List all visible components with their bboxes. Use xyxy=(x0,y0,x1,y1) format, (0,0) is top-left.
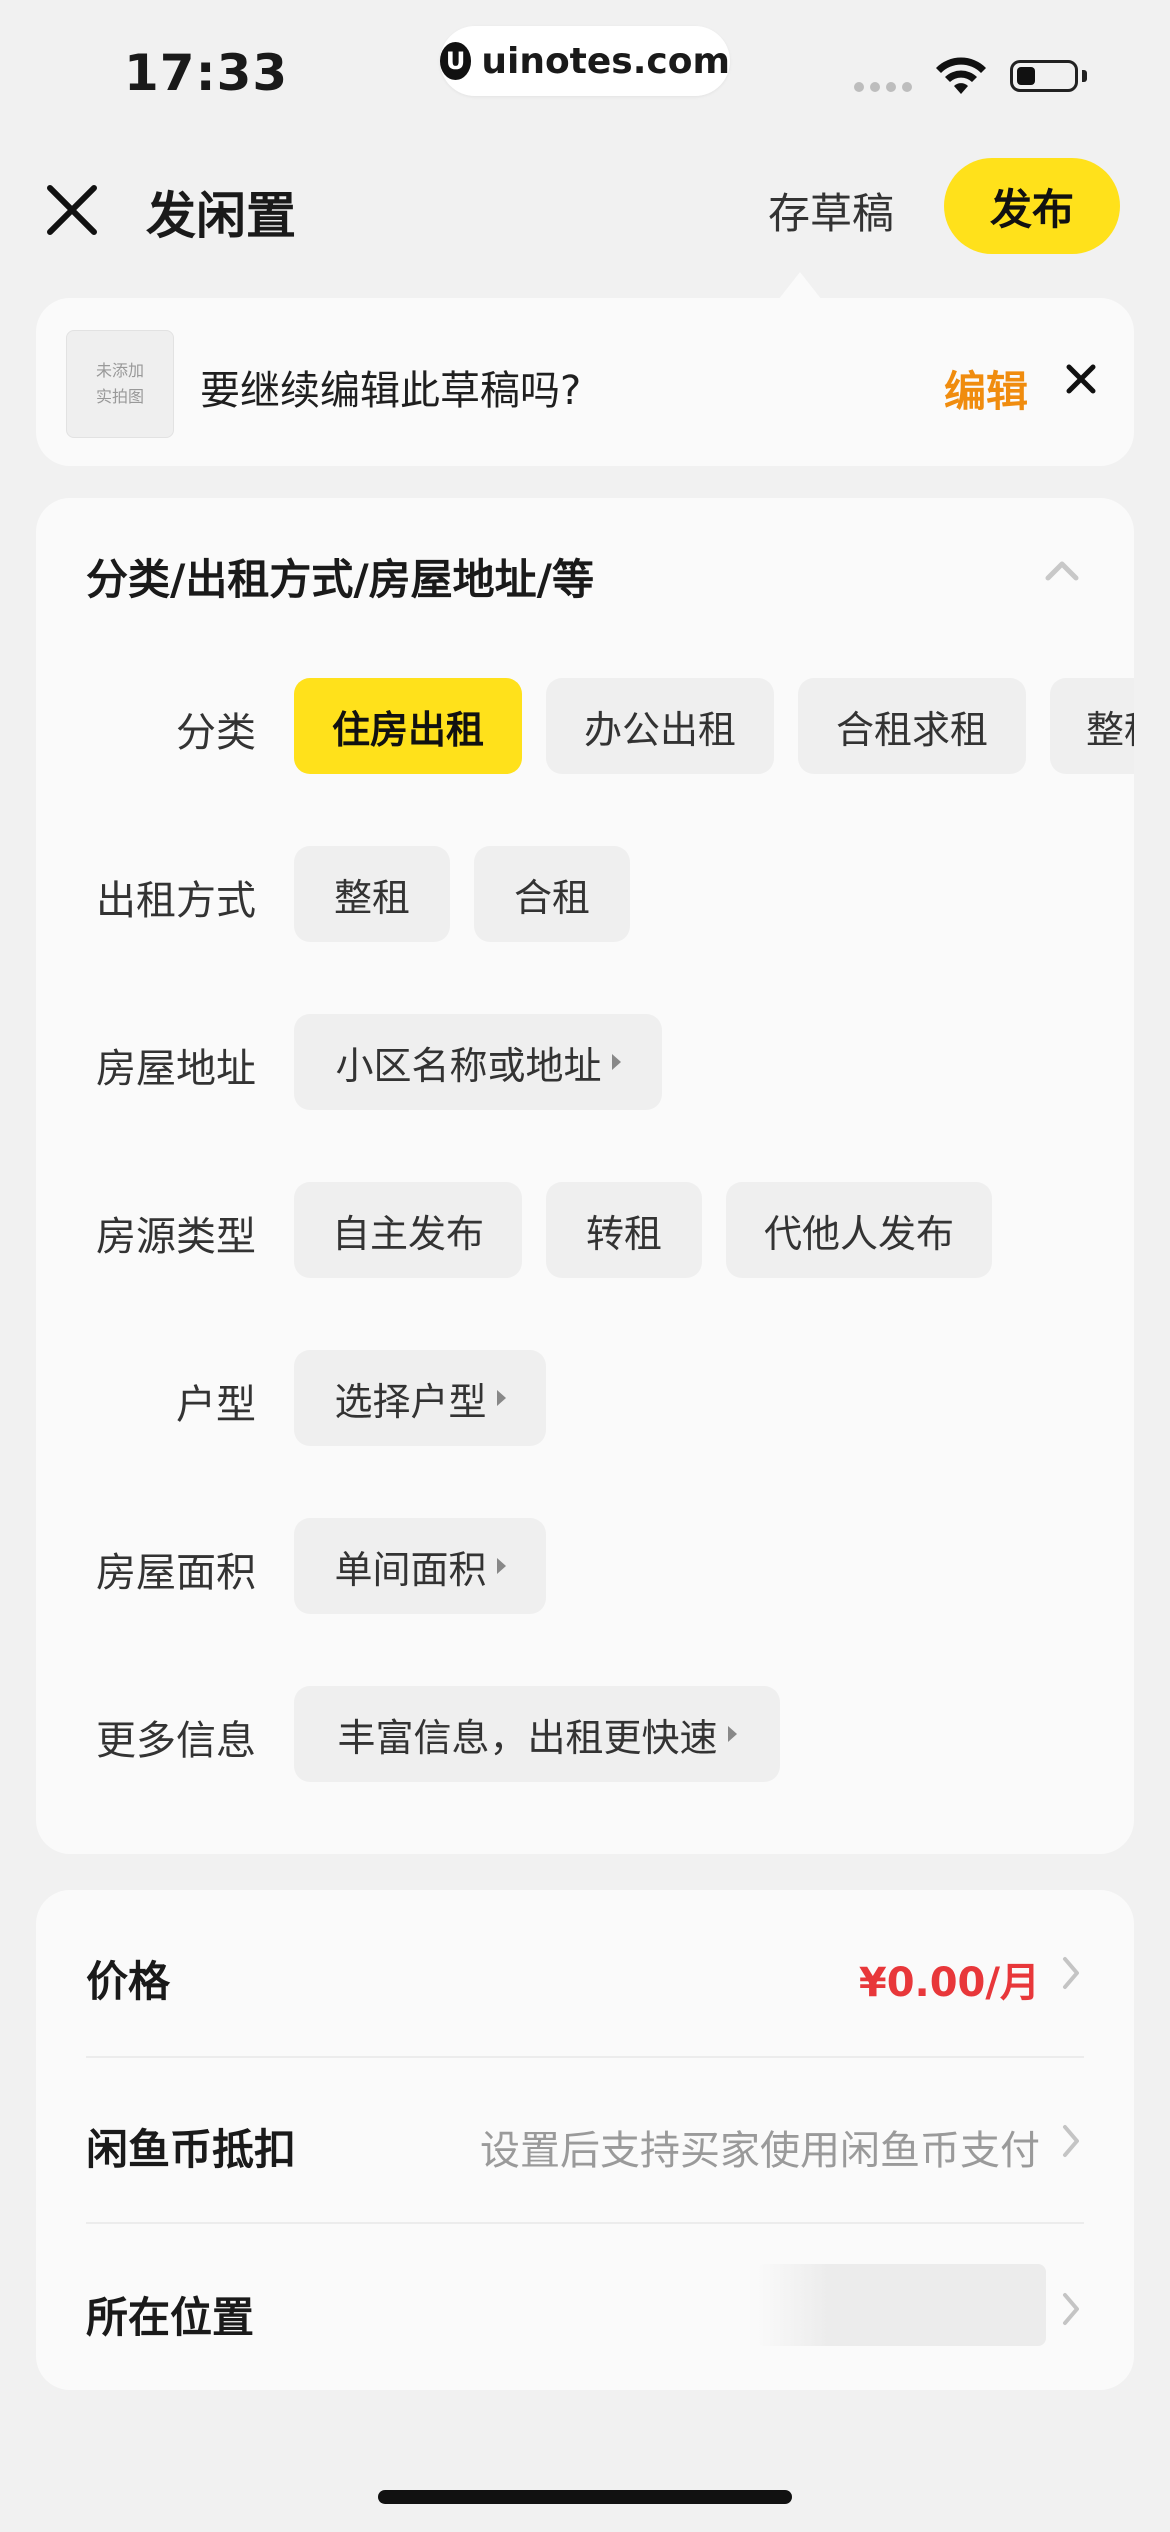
divider xyxy=(86,2056,1084,2058)
caret-right-icon xyxy=(727,1726,737,1742)
coin-deduction-label: 闲鱼币抵扣 xyxy=(86,2125,297,2174)
row-label-more-info: 更多信息 xyxy=(96,1718,256,1764)
category-chip-scroller[interactable]: 住房出租 办公出租 合租求租 整租 xyxy=(0,660,1134,790)
chevron-right-icon[interactable] xyxy=(1062,2292,1080,2326)
watermark-text: uinotes.com xyxy=(481,40,730,82)
chip-whole-rent-wanted[interactable]: 整租 xyxy=(1050,678,1134,774)
address-picker[interactable]: 小区名称或地址 xyxy=(294,1014,662,1110)
draft-thumbnail: 未添加 实拍图 xyxy=(66,330,174,438)
price-label: 价格 xyxy=(86,1957,171,2006)
divider xyxy=(86,2222,1084,2224)
caret-right-icon xyxy=(611,1054,621,1070)
draft-message: 要继续编辑此草稿吗? xyxy=(200,368,582,414)
layout-picker-label: 选择户型 xyxy=(334,1379,487,1424)
watermark-badge: U uinotes.com xyxy=(440,26,730,96)
price-value[interactable]: ¥0.00/月 xyxy=(740,1950,1040,2008)
thumbnail-text-line1: 未添加 xyxy=(95,361,144,380)
chip-shared-rent[interactable]: 合租 xyxy=(474,846,630,942)
chip-whole-rent[interactable]: 整租 xyxy=(294,846,450,942)
chip-residential-rent[interactable]: 住房出租 xyxy=(294,678,522,774)
caret-right-icon xyxy=(496,1558,506,1574)
close-icon[interactable] xyxy=(44,182,100,238)
location-label: 所在位置 xyxy=(86,2293,255,2342)
caret-right-icon xyxy=(496,1390,506,1406)
chip-sublet[interactable]: 转租 xyxy=(546,1182,702,1278)
row-label-listing-type: 房源类型 xyxy=(96,1214,256,1260)
chip-office-rent[interactable]: 办公出租 xyxy=(546,678,774,774)
uinotes-logo-icon: U xyxy=(440,42,472,80)
chevron-up-icon[interactable] xyxy=(1044,558,1080,582)
edit-draft-button[interactable]: 编辑 xyxy=(944,358,1028,419)
row-label-rental-method: 出租方式 xyxy=(96,878,256,924)
row-label-address: 房屋地址 xyxy=(96,1046,256,1092)
save-draft-button[interactable]: 存草稿 xyxy=(768,180,894,241)
area-picker[interactable]: 单间面积 xyxy=(294,1518,546,1614)
chip-publish-for-others[interactable]: 代他人发布 xyxy=(726,1182,992,1278)
more-info-picker-label: 丰富信息，出租更快速 xyxy=(337,1715,718,1760)
wifi-icon xyxy=(936,57,986,94)
row-label-layout: 户型 xyxy=(176,1382,256,1428)
battery-cap xyxy=(1082,70,1087,82)
layout-picker[interactable]: 选择户型 xyxy=(294,1350,546,1446)
home-indicator[interactable] xyxy=(378,2490,792,2504)
chip-self-publish[interactable]: 自主发布 xyxy=(294,1182,522,1278)
thumbnail-text-line2: 实拍图 xyxy=(95,387,144,406)
chevron-right-icon[interactable] xyxy=(1062,1956,1080,1990)
coin-deduction-hint[interactable]: 设置后支持买家使用闲鱼币支付 xyxy=(420,2118,1040,2176)
location-value-redacted[interactable] xyxy=(756,2264,1046,2346)
status-time: 17:33 xyxy=(124,44,289,102)
publish-button[interactable]: 发布 xyxy=(944,158,1120,254)
cellular-signal-icon xyxy=(854,82,912,92)
chevron-right-icon[interactable] xyxy=(1062,2124,1080,2158)
section-title: 分类/出租方式/房屋地址/等 xyxy=(86,555,595,604)
chip-shared-rent-wanted[interactable]: 合租求租 xyxy=(798,678,1026,774)
dismiss-draft-icon[interactable] xyxy=(1064,362,1098,396)
tooltip-pointer xyxy=(778,272,822,300)
row-label-area: 房屋面积 xyxy=(96,1550,256,1596)
area-picker-label: 单间面积 xyxy=(334,1547,487,1592)
address-picker-label: 小区名称或地址 xyxy=(335,1043,602,1088)
battery-icon xyxy=(1010,60,1078,92)
more-info-picker[interactable]: 丰富信息，出租更快速 xyxy=(294,1686,780,1782)
page-title: 发闲置 xyxy=(146,187,296,245)
